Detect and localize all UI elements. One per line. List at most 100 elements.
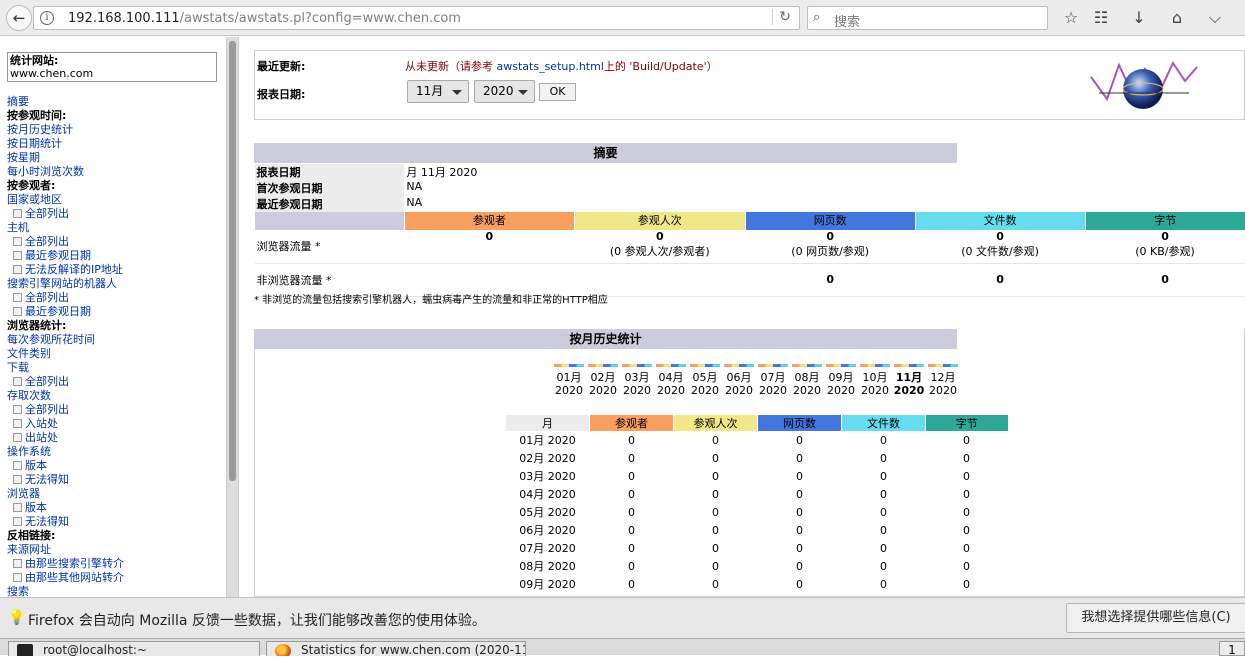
sidebar-item-22[interactable]: 全部列出: [7, 403, 222, 417]
sidebar-item-33[interactable]: 由那些搜索引擎转介: [7, 557, 222, 571]
sidebar-item-32[interactable]: 来源网址: [7, 543, 222, 557]
taskbar-firefox[interactable]: Statistics for www.chen.com (2020-11): [266, 641, 526, 656]
table-row: 01月 2020 0 0 0 0 0: [506, 431, 1008, 449]
month-bar: [588, 364, 618, 367]
browser-traffic-cell: 0 (0 参观人次/参观者): [574, 230, 746, 264]
summary-table: 报表日期月 11月 2020 首次参观日期 NA 最近参观日期 NA 参观者 参观人次…: [254, 164, 1245, 297]
sidebar-item-label: 版本: [25, 459, 47, 472]
sidebar-item-9[interactable]: 主机: [7, 221, 222, 235]
sidebar-item-label: 按月历史统计: [7, 123, 73, 136]
sidebar-frame: 统计网站: www.chen.com 摘要 按参观时间: 按月历史统计 按日期统计 按星…: [0, 37, 239, 597]
last-update-text: 从未更新（请参考 awstats_setup.html上的 'Build/Upd…: [405, 60, 718, 73]
sidebar-item-label: 主机: [7, 221, 29, 234]
table-cell: 0: [712, 469, 719, 483]
table-cell: 0: [880, 505, 887, 519]
sidebar-item-13[interactable]: 搜索引擎网站的机器人: [7, 277, 222, 291]
month-column: 09月 2020: [824, 364, 858, 397]
month-bar: [928, 364, 958, 367]
month-label: 09月: [828, 371, 854, 384]
list-icon: [13, 433, 22, 442]
sidebar-item-21[interactable]: 存取次数: [7, 389, 222, 403]
table-cell: 0: [628, 559, 635, 573]
sidebar-item-26[interactable]: 版本: [7, 459, 222, 473]
sidebar-item-11[interactable]: 最近参观日期: [7, 249, 222, 263]
sidebar-item-19[interactable]: 下载: [7, 361, 222, 375]
table-cell: 07月 2020: [519, 542, 576, 555]
sidebar-item-35[interactable]: 搜索: [7, 585, 222, 597]
site-info-icon[interactable]: i: [40, 11, 54, 25]
table-cell: 0: [712, 541, 719, 555]
sidebar-item-34[interactable]: 由那些其他网站转介: [7, 571, 222, 585]
table-cell: 0: [880, 487, 887, 501]
summary-header-blank: [254, 212, 405, 230]
month-label: 08月: [794, 371, 820, 384]
workspace-pager[interactable]: 1: [1219, 641, 1245, 657]
month-label: 01月: [556, 371, 582, 384]
table-cell: 0: [796, 523, 803, 537]
sidebar-item-17[interactable]: 每次参观所花时间: [7, 333, 222, 347]
month-select[interactable]: 11月: [407, 80, 469, 103]
list-icon: [13, 237, 22, 246]
search-input[interactable]: ⌕ 搜索: [807, 6, 1048, 30]
list-icon: [13, 517, 22, 526]
sidebar-item-1: 按参观时间:: [7, 109, 222, 123]
month-column: 01月 2020: [552, 364, 586, 397]
sidebar-item-28[interactable]: 浏览器: [7, 487, 222, 501]
reading-list-icon[interactable]: ☷: [1090, 8, 1112, 28]
update-header: 最近更新: 从未更新（请参考 awstats_setup.html上的 'Bui…: [254, 50, 1245, 120]
table-cell: 09月 2020: [519, 578, 576, 591]
sidebar-item-24[interactable]: 出站处: [7, 431, 222, 445]
sidebar-item-20[interactable]: 全部列出: [7, 375, 222, 389]
table-cell: 0: [963, 451, 970, 465]
home-icon[interactable]: ⌂: [1166, 8, 1188, 28]
reload-icon[interactable]: ↻: [772, 9, 791, 25]
month-column: 05月 2020: [688, 364, 722, 397]
sidebar-item-30[interactable]: 无法得知: [7, 515, 222, 529]
download-icon[interactable]: ↓: [1128, 8, 1150, 28]
back-arrow-icon[interactable]: ←: [6, 5, 32, 31]
url-text[interactable]: 192.168.100.111/awstats/awstats.pl?confi…: [68, 11, 461, 26]
table-cell: 0: [796, 451, 803, 465]
sidebar-item-27[interactable]: 无法得知: [7, 473, 222, 487]
sidebar-item-8[interactable]: 全部列出: [7, 207, 222, 221]
year-select[interactable]: 2020: [474, 80, 535, 103]
notification-message: Firefox 会自动向 Mozilla 反馈一些数据，让我们能够改善您的使用体…: [28, 613, 486, 629]
choose-data-button[interactable]: 我想选择提供哪些信息(C): [1066, 603, 1245, 633]
sidebar-item-15[interactable]: 最近参观日期: [7, 305, 222, 319]
scrollbar-thumb[interactable]: [229, 41, 236, 481]
table-cell: 0: [963, 523, 970, 537]
sidebar-item-label: 浏览器: [7, 487, 40, 500]
sidebar-item-5[interactable]: 每小时浏览次数: [7, 165, 222, 179]
sidebar-item-label: 最近参观日期: [25, 305, 91, 318]
ok-button[interactable]: OK: [539, 83, 576, 101]
sidebar-item-25[interactable]: 操作系统: [7, 445, 222, 459]
sidebar-item-label: 全部列出: [25, 375, 69, 388]
sidebar-item-12[interactable]: 无法反解译的IP地址: [7, 263, 222, 277]
sidebar-item-4[interactable]: 按星期: [7, 151, 222, 165]
sidebar-scrollbar[interactable]: [226, 37, 238, 597]
sidebar-item-3[interactable]: 按日期统计: [7, 137, 222, 151]
sidebar-item-14[interactable]: 全部列出: [7, 291, 222, 305]
table-cell: 0: [712, 487, 719, 501]
url-bar[interactable]: i 192.168.100.111/awstats/awstats.pl?con…: [33, 6, 800, 30]
sidebar-item-29[interactable]: 版本: [7, 501, 222, 515]
first-visit-value: NA: [406, 180, 423, 193]
sidebar-item-23[interactable]: 入站处: [7, 417, 222, 431]
month-bar: [860, 364, 890, 367]
awstats-setup-link[interactable]: awstats_setup.html: [497, 60, 604, 73]
first-visit-key: 首次参观日期: [254, 180, 405, 196]
sidebar-item-2[interactable]: 按月历史统计: [7, 123, 222, 137]
table-cell: 0: [963, 541, 970, 555]
pocket-icon[interactable]: ⌵: [1204, 8, 1226, 28]
sidebar-item-7[interactable]: 国家或地区: [7, 193, 222, 207]
month-label: 05月: [692, 371, 718, 384]
bookmark-star-icon[interactable]: ☆: [1060, 8, 1082, 28]
sidebar-item-10[interactable]: 全部列出: [7, 235, 222, 249]
table-cell: 03月 2020: [519, 470, 576, 483]
monthly-col-header: 字节: [925, 415, 1008, 431]
sidebar-item-18[interactable]: 文件类别: [7, 347, 222, 361]
taskbar-terminal[interactable]: root@localhost:~: [8, 641, 260, 656]
last-update-label: 最近更新:: [257, 60, 306, 73]
sidebar-item-0[interactable]: 摘要: [7, 95, 222, 109]
report-date-key: 报表日期: [254, 164, 405, 180]
